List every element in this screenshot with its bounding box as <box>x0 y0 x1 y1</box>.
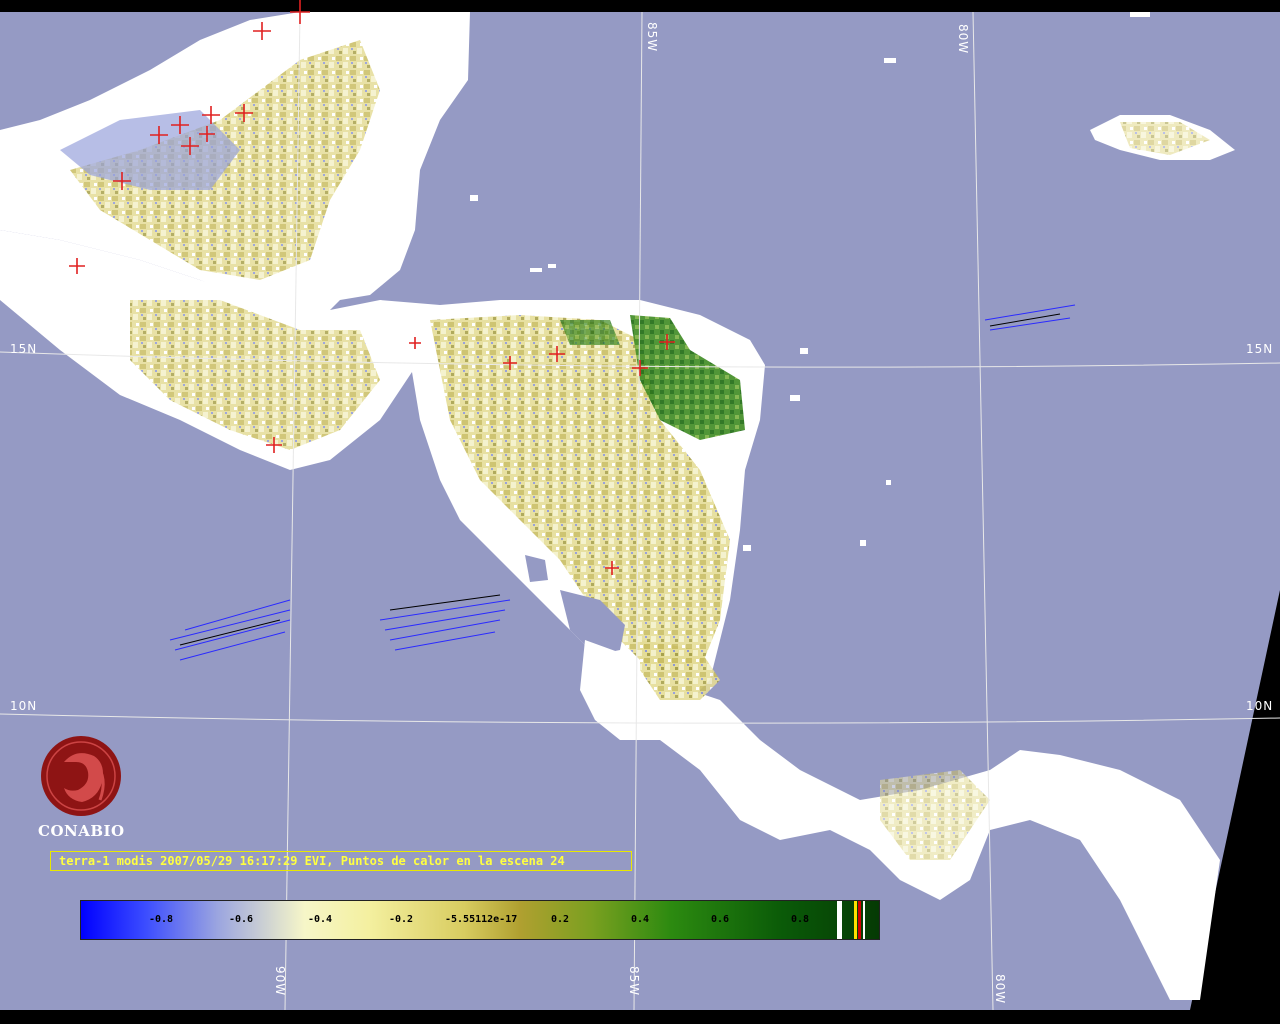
colorbar-label: 0.8 <box>791 914 810 925</box>
colorbar-label: 0.2 <box>551 914 570 925</box>
lat-label-10n-left: 10N <box>10 699 38 713</box>
lat-label-15n-left: 15N <box>10 342 38 356</box>
evi-colorbar: -0.8 -0.6 -0.4 -0.2 -5.55112e-17 0.2 0.4… <box>80 900 880 940</box>
lat-label-15n-right: 15N <box>1246 342 1274 356</box>
organization-name: CONABIO <box>38 822 125 840</box>
lat-label-10n-right: 10N <box>1246 699 1274 713</box>
colorbar-label: -0.4 <box>308 914 333 925</box>
lon-label-85w-bottom: 85W <box>627 966 641 997</box>
colorbar-label: 0.4 <box>631 914 650 925</box>
colorbar-label: -0.2 <box>389 914 414 925</box>
colorbar-label: -0.8 <box>149 914 174 925</box>
lon-label-90w-bottom: 90W <box>273 966 287 997</box>
colorbar-label: -0.6 <box>229 914 254 925</box>
lon-label-85w-top: 85W <box>645 22 659 53</box>
conabio-logo-icon <box>41 736 121 816</box>
lon-label-80w-top: 80W <box>956 24 970 55</box>
scene-caption: terra-1 modis 2007/05/29 16:17:29 EVI, P… <box>50 851 632 871</box>
lon-label-80w-bottom: 80W <box>993 974 1007 1005</box>
colorbar-label: 0.6 <box>711 914 730 925</box>
colorbar-label: -5.55112e-17 <box>445 914 518 925</box>
